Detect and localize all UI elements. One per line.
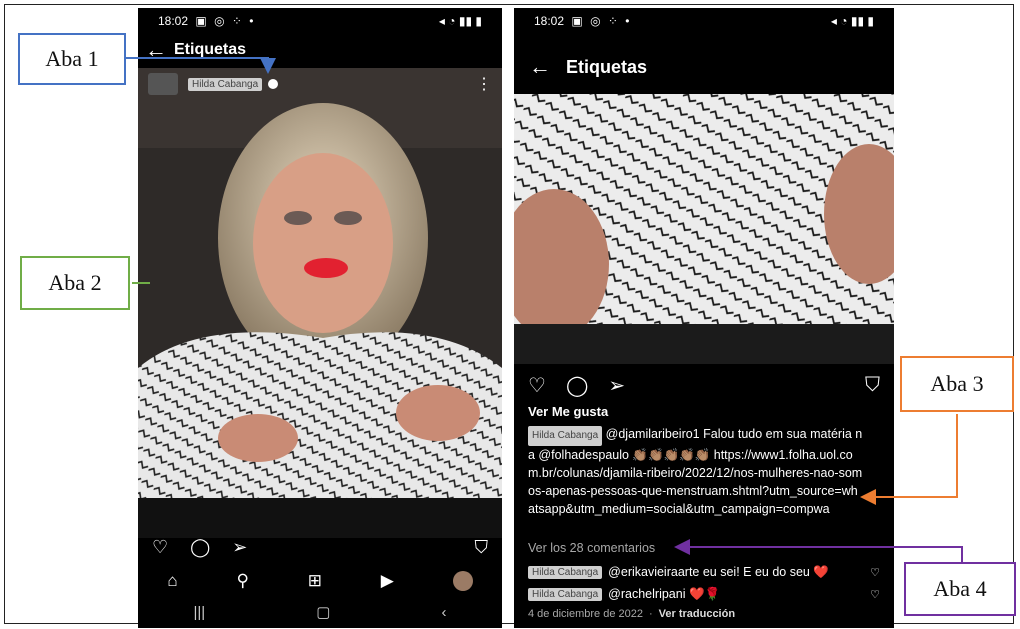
annotation-aba-1: Aba 1 — [18, 33, 126, 85]
aba3-arrow — [860, 414, 958, 505]
aba4-arrow — [674, 539, 963, 563]
annotation-aba-3: Aba 3 — [900, 356, 1014, 412]
annotation-aba-2: Aba 2 — [20, 256, 130, 310]
annotation-aba-4: Aba 4 — [904, 562, 1016, 616]
aba1-arrow — [126, 57, 276, 74]
annotation-arrows — [126, 57, 963, 563]
